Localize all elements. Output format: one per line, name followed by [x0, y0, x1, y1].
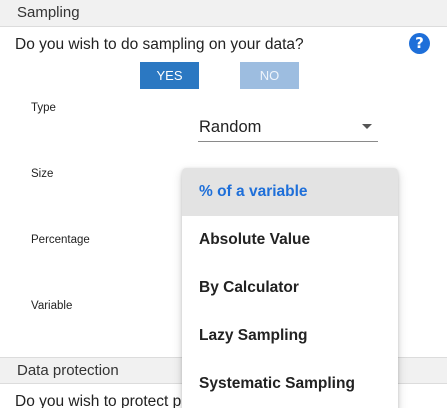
type-select[interactable]: Random [198, 113, 378, 142]
help-icon[interactable]: ? [409, 33, 430, 54]
menu-item-systematic-sampling[interactable]: Systematic Sampling [182, 360, 398, 408]
sampling-section-header: Sampling [0, 0, 447, 27]
percentage-label: Percentage [31, 234, 90, 246]
menu-item-absolute-value[interactable]: Absolute Value [182, 216, 398, 264]
variable-label: Variable [31, 300, 73, 312]
size-dropdown-menu: % of a variable Absolute Value By Calcul… [182, 168, 398, 408]
menu-item-by-calculator[interactable]: By Calculator [182, 264, 398, 312]
no-button[interactable]: NO [240, 62, 299, 89]
menu-item-percent-of-variable[interactable]: % of a variable [182, 168, 398, 216]
size-label: Size [31, 168, 54, 180]
caret-down-icon [362, 124, 372, 129]
sampling-question: Do you wish to do sampling on your data? [15, 36, 304, 53]
data-protection-question: Do you wish to protect p [15, 393, 182, 408]
yes-button[interactable]: YES [140, 62, 199, 89]
type-label: Type [31, 102, 56, 114]
menu-item-lazy-sampling[interactable]: Lazy Sampling [182, 312, 398, 360]
type-select-value: Random [199, 118, 262, 136]
